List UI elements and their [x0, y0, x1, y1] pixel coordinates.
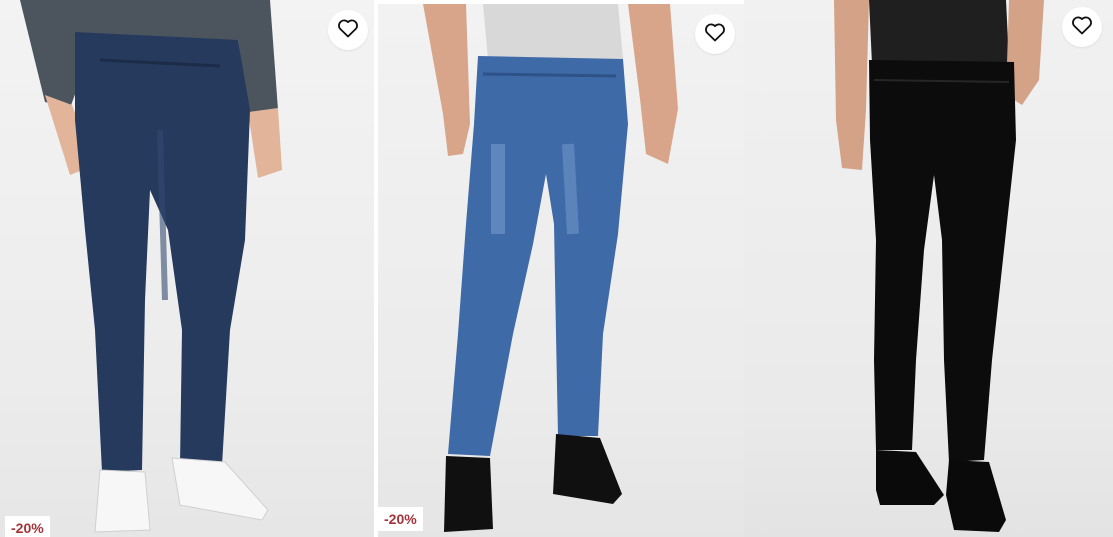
product-card-2[interactable]: -20% [378, 4, 744, 537]
heart-outline-icon [1070, 13, 1094, 42]
heart-outline-icon [336, 16, 360, 45]
product-image-1[interactable] [0, 0, 374, 537]
heart-outline-icon [703, 20, 727, 49]
product-card-3[interactable] [744, 0, 1113, 537]
product-image-3[interactable] [744, 0, 1113, 537]
favorite-button-1[interactable] [328, 10, 368, 50]
discount-badge-1: -20% [5, 516, 50, 537]
product-image-2[interactable] [378, 4, 744, 537]
favorite-button-2[interactable] [695, 14, 735, 54]
discount-badge-2: -20% [378, 507, 423, 531]
product-card-1[interactable]: -20% [0, 0, 374, 537]
product-grid: -20% -20% [0, 0, 1113, 537]
favorite-button-3[interactable] [1062, 7, 1102, 47]
